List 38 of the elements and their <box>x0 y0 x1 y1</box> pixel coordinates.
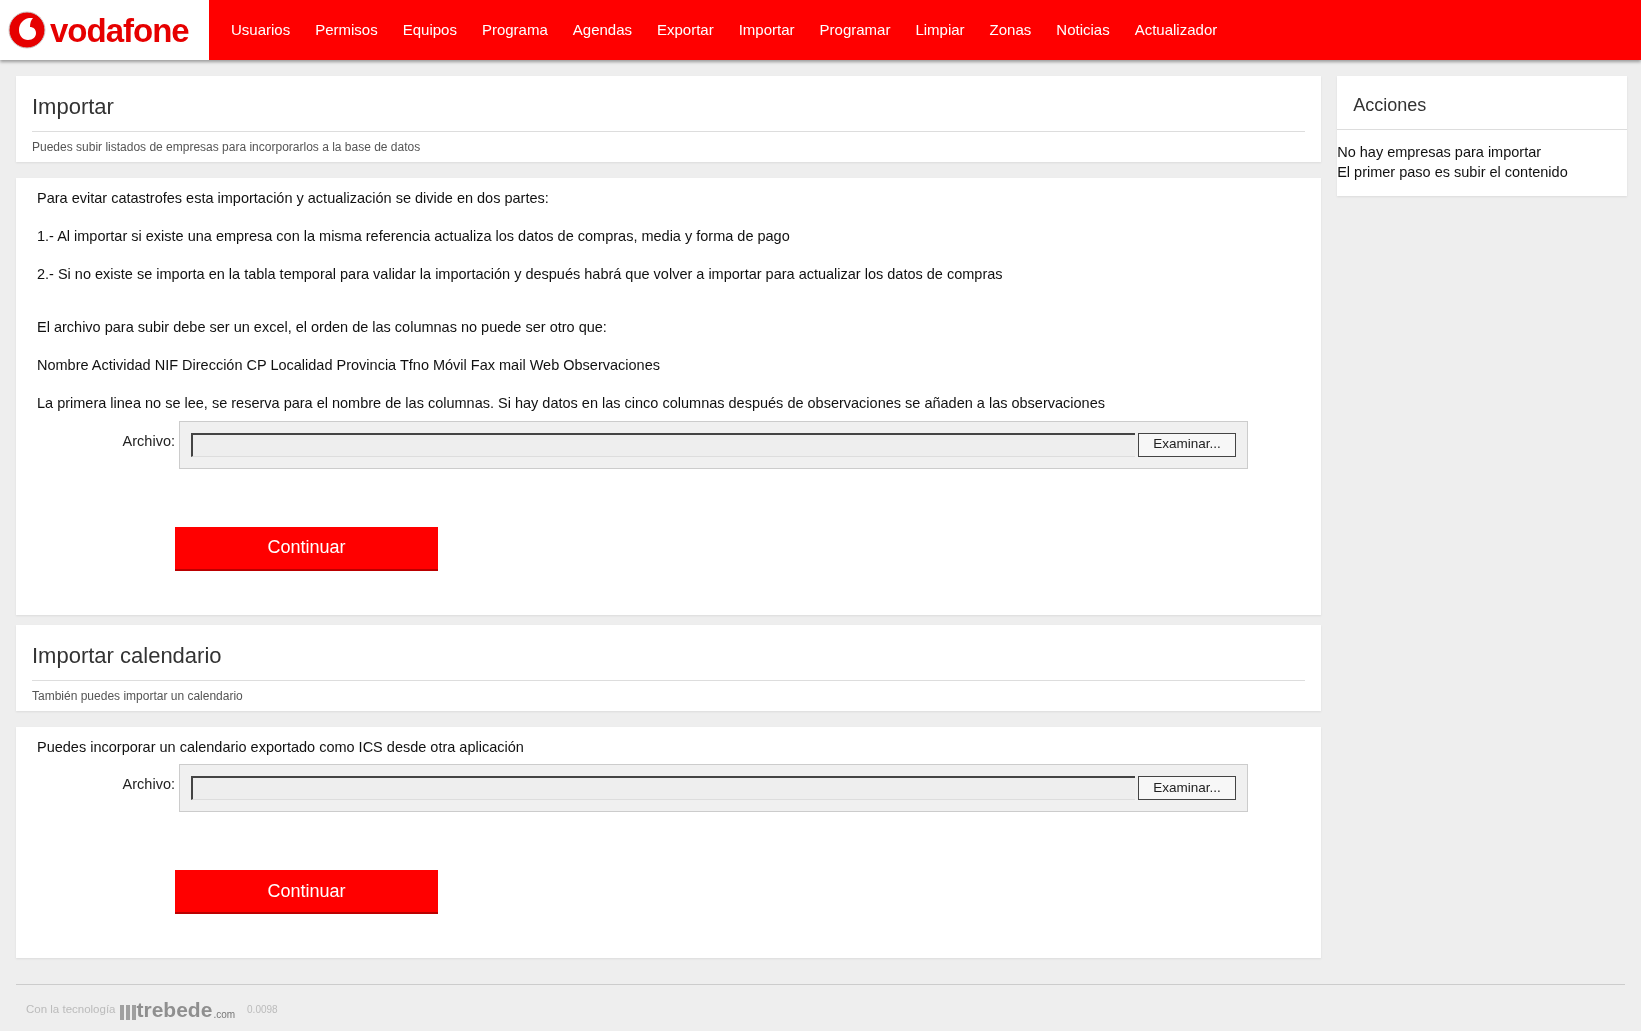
section-subtitle: También puedes importar un calendario <box>32 687 244 705</box>
nav-link[interactable]: Zonas <box>977 18 1044 42</box>
file-input-field[interactable]: Examinar... <box>179 764 1248 813</box>
paragraph: El archivo para subir debe ser un excel, el orden de las columnas no puede ser otro que: <box>37 318 608 338</box>
nav-link[interactable]: Permisos <box>303 18 390 42</box>
nav-link[interactable]: Actualizador <box>1122 18 1230 42</box>
section-subtitle: Puedes subir listados de empresas para incorporarlos a la base de datos <box>32 139 422 156</box>
sidebar-text: El primer paso es subir el contenido <box>1337 163 1569 182</box>
paragraph: 1.- Al importar si existe una empresa con la misma referencia actualiza los datos de compras, media y forma de pago <box>37 226 791 246</box>
bars-icon <box>119 1004 136 1021</box>
browse-button[interactable]: Examinar... <box>1138 776 1236 801</box>
speech-mark-logo-icon <box>8 11 46 49</box>
logo-wordmark: trebede <box>136 999 213 1021</box>
continue-button[interactable]: Continuar <box>175 526 438 569</box>
field-label: Archivo: <box>121 775 176 795</box>
section-title: Importar <box>32 90 1306 132</box>
file-input-field[interactable]: Examinar... <box>179 420 1248 469</box>
sidebar-text: No hay empresas para importar <box>1337 143 1543 162</box>
field-label: Archivo: <box>121 431 176 451</box>
sidebar-title: Acciones <box>1337 76 1627 130</box>
nav-link[interactable]: Noticias <box>1044 18 1122 42</box>
section-title: Importar calendario <box>32 638 1306 681</box>
nav-link[interactable]: Equipos <box>390 18 469 42</box>
paragraph: 2.- Si no existe se importa en la tabla temporal para validar la importación y después habrá que volver a importar para actualizar los datos de compras <box>37 264 1004 284</box>
nav-link[interactable]: Usuarios <box>219 18 303 42</box>
nav-link[interactable]: Programar <box>807 18 903 42</box>
logo-suffix: .com <box>213 1010 236 1021</box>
nav-link[interactable]: Programa <box>469 18 560 42</box>
nav-link[interactable]: Importar <box>726 18 807 42</box>
paragraph: Para evitar catastrofes esta importación y actualización se divide en dos partes: <box>37 189 550 208</box>
nav-link[interactable]: Exportar <box>645 18 726 42</box>
paragraph: Nombre Actividad NIF Dirección CP Localidad Provincia Tfno Móvil Fax mail Web Observaciones <box>37 356 661 375</box>
nav-link[interactable]: Limpiar <box>903 18 977 42</box>
nav-link[interactable]: Agendas <box>560 18 644 42</box>
paragraph: Puedes incorporar un calendario exportado como ICS desde otra aplicación <box>37 737 525 757</box>
paragraph: La primera linea no se lee, se reserva para el nombre de las columnas. Si hay datos en las cinco columnas después de observaciones se añaden a las observaciones <box>37 393 1106 413</box>
continue-button[interactable]: Continuar <box>175 870 438 913</box>
browse-button[interactable]: Examinar... <box>1138 432 1236 457</box>
